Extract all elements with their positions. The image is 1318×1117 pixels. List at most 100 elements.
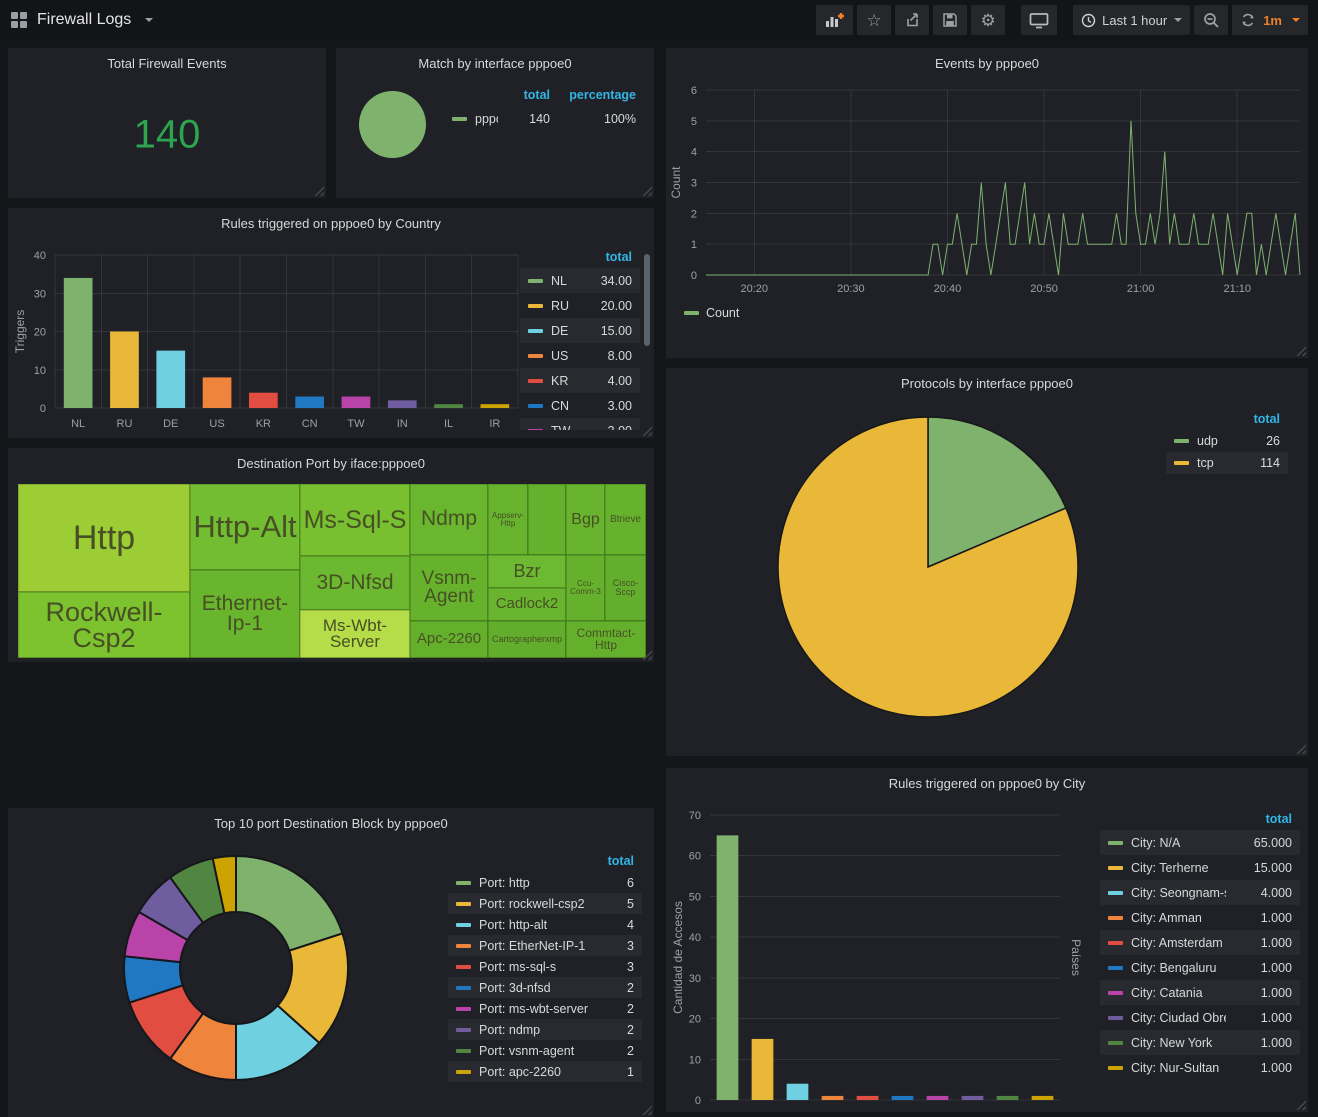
legend-row-CN[interactable]: CN3.00 [520,393,640,418]
panel-resize-handle[interactable] [1296,744,1306,754]
legend-row-Port: rockwell-csp2[interactable]: Port: rockwell-csp25 [448,893,642,914]
svg-text:10: 10 [689,1054,701,1066]
monitor-icon [1029,12,1049,29]
legend-label: Port: ms-wbt-server [479,1002,596,1016]
svg-text:Count: Count [669,166,683,199]
legend-row-Port: vsnm-agent[interactable]: Port: vsnm-agent2 [448,1040,642,1061]
legend-label: Port: http-alt [479,918,596,932]
panel-resize-handle[interactable] [642,1105,652,1115]
series-color-marker [528,354,543,358]
legend-row-City: Bengaluru[interactable]: City: Bengaluru1.000 [1100,955,1300,980]
panel-destination-port-treemap: Destination Port by iface:pppoe0 HttpRoc… [8,448,654,662]
legend-column-total[interactable]: total [596,854,634,868]
legend-row-City: Nur-Sultan[interactable]: City: Nur-Sultan1.000 [1100,1055,1300,1080]
refresh-icon [1240,12,1256,28]
legend-row-RU[interactable]: RU20.00 [520,293,640,318]
legend-row-pppoe0[interactable]: pppoe0140100% [444,106,644,131]
refresh-button[interactable]: 1m [1232,5,1308,35]
legend-label: Port: vsnm-agent [479,1044,596,1058]
panel-resize-handle[interactable] [642,186,652,196]
panel-title[interactable]: Total Firewall Events [8,48,326,71]
legend-row-Port: http-alt[interactable]: Port: http-alt4 [448,914,642,935]
zoom-out-button[interactable] [1194,5,1228,35]
panel-match-by-interface: Match by interface pppoe0 totalpercentag… [336,48,654,198]
svg-text:20: 20 [34,327,46,339]
treemap-cell-Apc-2260: Apc-2260 [410,621,488,658]
legend-row-Port: ms-sql-s[interactable]: Port: ms-sql-s3 [448,956,642,977]
bar-CN [295,397,324,408]
legend-row-City: Amsterdam[interactable]: City: Amsterdam1.000 [1100,930,1300,955]
legend-column-percentage[interactable]: percentage [550,88,636,102]
legend-row-US[interactable]: US8.00 [520,343,640,368]
legend-row-City: Ciudad Obregón[interactable]: City: Ciudad Obregón1.000 [1100,1005,1300,1030]
legend-row-City: Amman[interactable]: City: Amman1.000 [1100,905,1300,930]
add-panel-button[interactable] [816,5,853,35]
share-button[interactable] [895,5,929,35]
legend-label: Count [706,306,739,320]
legend-row-udp[interactable]: udp26 [1166,430,1288,452]
legend-label: TW [551,424,580,431]
dashboard-title[interactable]: Firewall Logs [37,11,131,29]
legend-scrollbar-thumb[interactable] [644,254,650,346]
legend-row-Port: http[interactable]: Port: http6 [448,872,642,893]
legend-value: 3 [596,939,634,953]
legend-row-DE[interactable]: DE15.00 [520,318,640,343]
gear-icon: ⚙ [981,12,996,29]
panel-title[interactable]: Destination Port by iface:pppoe0 [8,448,654,471]
bar-NL [64,278,93,408]
panel-resize-handle[interactable] [642,426,652,436]
legend-row-tcp[interactable]: tcp114 [1166,452,1288,474]
legend-column-total[interactable]: total [1226,812,1292,826]
legend-column-total[interactable]: total [498,88,550,102]
svg-text:Triggers: Triggers [13,310,27,354]
panel-resize-handle[interactable] [642,650,652,660]
legend-row-City: Seongnam-si[interactable]: City: Seongnam-si4.000 [1100,880,1300,905]
legend-label: tcp [1197,456,1234,470]
legend-row-Port: apc-2260[interactable]: Port: apc-22601 [448,1061,642,1082]
series-color-marker [452,117,467,121]
legend-row-NL[interactable]: NL34.00 [520,268,640,293]
time-picker-button[interactable]: Last 1 hour [1073,5,1190,35]
legend-value: 2 [596,981,634,995]
legend-row-Port: ms-wbt-server[interactable]: Port: ms-wbt-server2 [448,998,642,1019]
legend-header-row: total [1166,408,1288,430]
panel-resize-handle[interactable] [1296,346,1306,356]
treemap-cell-Btrieve: Btrieve [605,484,646,555]
panel-title[interactable]: Match by interface pppoe0 [336,48,654,71]
save-button[interactable] [933,5,967,35]
legend-header-row: total [448,850,642,872]
legend-row-Port: 3d-nfsd[interactable]: Port: 3d-nfsd2 [448,977,642,998]
legend-row-KR[interactable]: KR4.00 [520,368,640,393]
legend-row-Port: EtherNet-IP-1[interactable]: Port: EtherNet-IP-13 [448,935,642,956]
legend-row-TW[interactable]: TW3.00 [520,418,640,430]
bar-TW [342,397,371,408]
legend-label: Port: ndmp [479,1023,596,1037]
cycle-view-button[interactable] [1021,5,1057,35]
legend-row-Port: ndmp[interactable]: Port: ndmp2 [448,1019,642,1040]
legend-row-City: N/A[interactable]: City: N/A65.000 [1100,830,1300,855]
panel-resize-handle[interactable] [1296,1100,1306,1110]
legend-row-City: New York[interactable]: City: New York1.000 [1100,1030,1300,1055]
legend-value: 3.00 [580,424,632,431]
legend-column-total[interactable]: total [580,250,632,264]
total-events-value: 140 [8,113,326,158]
legend-column-total[interactable]: total [1234,412,1280,426]
legend-value: 2 [596,1044,634,1058]
legend-row-City: Catania[interactable]: City: Catania1.000 [1100,980,1300,1005]
dashboard-picker-icon[interactable] [10,11,28,29]
panel-resize-handle[interactable] [314,186,324,196]
svg-text:5: 5 [691,116,697,128]
legend-value: 4.00 [580,374,632,388]
svg-text:20:30: 20:30 [837,283,865,295]
series-color-marker [1174,439,1189,443]
legend-value: 114 [1234,456,1280,470]
legend-value: 15.00 [580,324,632,338]
legend-row-City: Terherne[interactable]: City: Terherne15.000 [1100,855,1300,880]
legend-series-count[interactable]: Count [684,306,739,320]
series-color-marker [456,923,471,927]
favorite-star-button[interactable]: ☆ [857,5,891,35]
series-color-marker [456,986,471,990]
legend-city: totalCity: N/A65.000City: Terherne15.000… [1100,808,1300,1080]
legend-value: 1.000 [1226,1036,1292,1050]
settings-button[interactable]: ⚙ [971,5,1005,35]
